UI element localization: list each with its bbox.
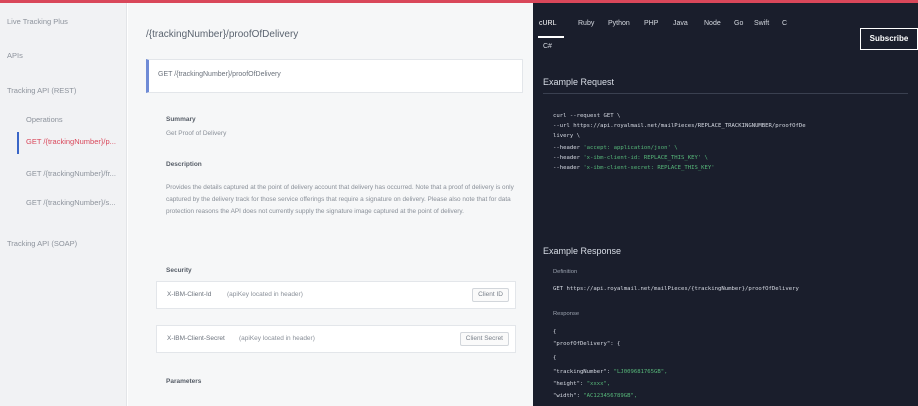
tab-c[interactable]: C	[782, 20, 787, 27]
security-value: (apiKey located in header)	[239, 335, 315, 342]
sidebar-item-apis[interactable]: APIs	[0, 51, 127, 60]
sidebar-item-operations[interactable]: Operations	[0, 115, 127, 124]
code-line: livery \	[553, 133, 580, 139]
code-panel: cURL Ruby Python PHP Java Node Go Swift …	[533, 3, 918, 406]
code-line: "height": "xxxx",	[553, 381, 611, 387]
tab-php[interactable]: PHP	[644, 20, 658, 27]
code-line: --header 'x-ibm-client-secret: REPLACE_T…	[553, 165, 715, 171]
response-label: Response	[553, 311, 580, 317]
code-line: --header 'x-ibm-client-id: REPLACE_THIS_…	[553, 155, 708, 161]
code-line: "proofOfDelivery": {	[553, 341, 621, 347]
sidebar-item-tracking-api-rest[interactable]: Tracking API (REST)	[0, 86, 127, 95]
endpoint-box[interactable]: GET /{trackingNumber}/proofOfDelivery	[146, 59, 523, 93]
summary-text: Get Proof of Delivery	[166, 130, 227, 137]
tab-node[interactable]: Node	[704, 20, 721, 27]
code-line: --header 'accept: application/json' \	[553, 145, 678, 151]
endpoint-path: GET /{trackingNumber}/proofOfDelivery	[158, 71, 281, 78]
subscribe-button[interactable]: Subscribe	[860, 28, 918, 50]
client-secret-button[interactable]: Client Secret	[459, 332, 509, 346]
summary-label: Summary	[166, 116, 196, 123]
example-request-heading: Example Request	[543, 77, 615, 87]
divider	[543, 93, 908, 94]
description-label: Description	[166, 161, 202, 168]
code-line: {	[553, 355, 557, 361]
operation-details: /{trackingNumber}/proofOfDelivery GET /{…	[128, 3, 533, 406]
tab-swift[interactable]: Swift	[754, 20, 769, 27]
code-line: {	[553, 329, 557, 335]
security-row-client-id: X-IBM-Client-Id (apiKey located in heade…	[156, 281, 516, 309]
tab-ruby[interactable]: Ruby	[578, 20, 594, 27]
security-key: X-IBM-Client-Secret	[167, 335, 225, 342]
sidebar-item-get-summary[interactable]: GET /{trackingNumber}/s...	[0, 198, 127, 207]
example-response-heading: Example Response	[543, 246, 622, 256]
code-line: curl --request GET \	[553, 113, 621, 119]
sidebar-item-live-tracking-plus[interactable]: Live Tracking Plus	[0, 17, 127, 26]
security-key: X-IBM-Client-Id	[167, 291, 212, 298]
active-tab-underline	[538, 36, 564, 38]
description-text: Provides the details captured at the poi…	[166, 184, 514, 215]
sidebar-item-get-proof-of-delivery[interactable]: GET /{trackingNumber}/p...	[0, 137, 127, 146]
tab-csharp[interactable]: C#	[543, 43, 552, 50]
sidebar-item-tracking-api-soap[interactable]: Tracking API (SOAP)	[0, 239, 127, 248]
code-line: --url https://api.royalmail.net/mailPiec…	[553, 123, 806, 129]
sidebar: Live Tracking Plus APIs Tracking API (RE…	[0, 3, 127, 406]
security-label: Security	[166, 267, 192, 274]
client-id-button[interactable]: Client ID	[472, 288, 509, 302]
parameters-label: Parameters	[166, 378, 202, 385]
sidebar-item-get-first[interactable]: GET /{trackingNumber}/fr...	[0, 169, 127, 178]
security-value: (apiKey located in header)	[227, 291, 303, 298]
tab-curl[interactable]: cURL	[539, 20, 557, 27]
tab-go[interactable]: Go	[734, 20, 743, 27]
code-line: "width": "AC123456789GB",	[553, 393, 638, 399]
definition-label: Definition	[553, 269, 578, 275]
definition-url: GET https://api.royalmail.net/mailPieces…	[553, 286, 799, 292]
page-title: /{trackingNumber}/proofOfDelivery	[146, 29, 299, 40]
security-row-client-secret: X-IBM-Client-Secret (apiKey located in h…	[156, 325, 516, 353]
tab-java[interactable]: Java	[673, 20, 688, 27]
code-line: "trackingNumber": "LJ009681765GB",	[553, 369, 668, 375]
tab-python[interactable]: Python	[608, 20, 630, 27]
